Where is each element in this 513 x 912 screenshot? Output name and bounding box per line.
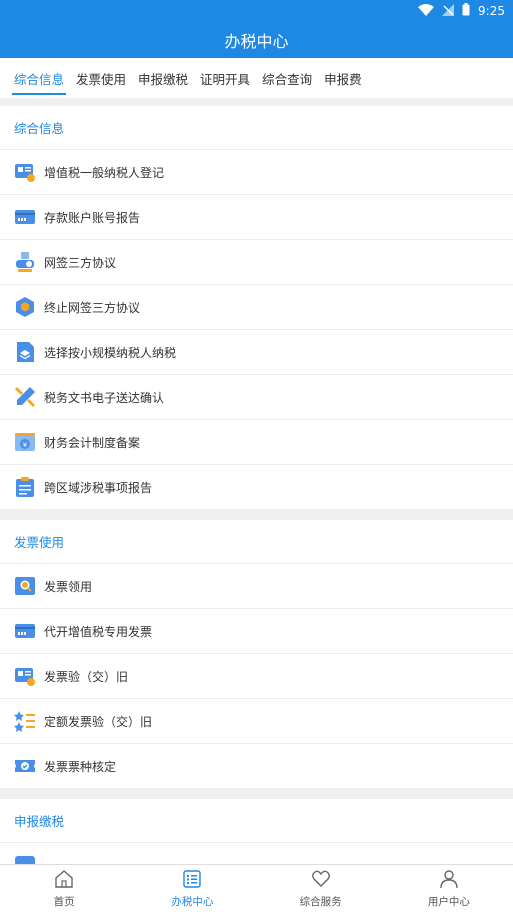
item-label: 财务会计制度备案 <box>44 435 141 450</box>
bank-card-icon <box>14 620 36 642</box>
item-label: 终止网签三方协议 <box>44 300 141 315</box>
list-item[interactable] <box>0 843 513 864</box>
nav-home[interactable]: 首页 <box>0 865 128 912</box>
tab-general-info[interactable]: 综合信息 <box>8 58 70 98</box>
section-general-info: 综合信息 增值税一般纳税人登记 存款账户账号报告 网签三方协议 终止网签三方协议 <box>0 106 513 510</box>
nav-services[interactable]: 综合服务 <box>257 865 385 912</box>
app-bar: 办税中心 <box>0 22 513 58</box>
section-title: 综合信息 <box>0 106 513 150</box>
tab-certificate[interactable]: 证明开具 <box>194 58 256 98</box>
agreement-icon <box>14 251 36 273</box>
service-list: 综合信息 增值税一般纳税人登记 存款账户账号报告 网签三方协议 终止网签三方协议 <box>0 106 513 864</box>
invoice-search-icon <box>14 575 36 597</box>
nav-label: 首页 <box>53 895 75 908</box>
list-item[interactable]: 存款账户账号报告 <box>0 195 513 240</box>
page-title: 办税中心 <box>224 32 289 51</box>
list-item[interactable]: 选择按小规模纳税人纳税 <box>0 330 513 375</box>
tab-query[interactable]: 综合查询 <box>256 58 318 98</box>
list-item[interactable]: ¥ 财务会计制度备案 <box>0 420 513 465</box>
nav-label: 办税中心 <box>171 895 214 908</box>
nav-label: 用户中心 <box>427 895 470 908</box>
list-item[interactable]: 发票票种核定 <box>0 744 513 789</box>
doc-card-icon <box>14 161 36 183</box>
tax-icon <box>14 854 36 864</box>
pencil-icon <box>14 386 36 408</box>
svg-text:¥: ¥ <box>23 441 28 449</box>
list-item[interactable]: 发票验（交）旧 <box>0 654 513 699</box>
layers-icon <box>14 341 36 363</box>
category-tabs: 综合信息 发票使用 申报缴税 证明开具 综合查询 申报费 <box>0 58 513 98</box>
signal-icon <box>442 3 455 19</box>
item-label: 跨区域涉税事项报告 <box>44 480 153 495</box>
clipboard-icon <box>14 476 36 498</box>
wifi-icon <box>418 3 435 19</box>
list-item[interactable]: 发票领用 <box>0 564 513 609</box>
status-time: 9:25 <box>478 4 505 18</box>
item-label: 代开增值税专用发票 <box>44 624 153 639</box>
bottom-nav: 首页 办税中心 综合服务 用户中心 <box>0 864 513 912</box>
bank-card-icon <box>14 206 36 228</box>
list-item[interactable]: 网签三方协议 <box>0 240 513 285</box>
home-icon <box>54 869 74 892</box>
item-label: 发票票种核定 <box>44 759 117 774</box>
ticket-check-icon <box>14 755 36 777</box>
nav-label: 综合服务 <box>299 895 342 908</box>
section-title: 发票使用 <box>0 520 513 564</box>
item-label: 选择按小规模纳税人纳税 <box>44 345 177 360</box>
item-label: 发票领用 <box>44 579 93 594</box>
item-label: 网签三方协议 <box>44 255 117 270</box>
list-item[interactable]: 税务文书电子送达确认 <box>0 375 513 420</box>
list-item[interactable]: 代开增值税专用发票 <box>0 609 513 654</box>
item-label: 定额发票验（交）旧 <box>44 714 153 729</box>
section-declare-pay: 申报缴税 <box>0 799 513 864</box>
nav-tax-center[interactable]: 办税中心 <box>128 865 256 912</box>
item-label: 存款账户账号报告 <box>44 210 141 225</box>
tab-declare-pay[interactable]: 申报缴税 <box>132 58 194 98</box>
doc-card-icon <box>14 665 36 687</box>
star-list-icon <box>14 710 36 732</box>
item-label: 发票验（交）旧 <box>44 669 129 684</box>
tab-invoice-usage[interactable]: 发票使用 <box>70 58 132 98</box>
finance-icon: ¥ <box>14 431 36 453</box>
user-icon <box>439 869 459 892</box>
tab-declare-fee[interactable]: 申报费 <box>318 58 368 98</box>
status-bar: 9:25 <box>0 0 513 22</box>
heart-icon <box>311 869 331 892</box>
list-item[interactable]: 定额发票验（交）旧 <box>0 699 513 744</box>
item-label: 税务文书电子送达确认 <box>44 390 165 405</box>
section-invoice-usage: 发票使用 发票领用 代开增值税专用发票 发票验（交）旧 定额发票验（交）旧 发票… <box>0 520 513 789</box>
list-item[interactable]: 终止网签三方协议 <box>0 285 513 330</box>
cube-icon <box>14 296 36 318</box>
nav-user-center[interactable]: 用户中心 <box>385 865 513 912</box>
list-item[interactable]: 跨区域涉税事项报告 <box>0 465 513 510</box>
list-item[interactable]: 增值税一般纳税人登记 <box>0 150 513 195</box>
section-title: 申报缴税 <box>0 799 513 843</box>
item-label: 增值税一般纳税人登记 <box>44 165 165 180</box>
list-icon <box>182 869 202 892</box>
battery-icon <box>462 3 470 19</box>
